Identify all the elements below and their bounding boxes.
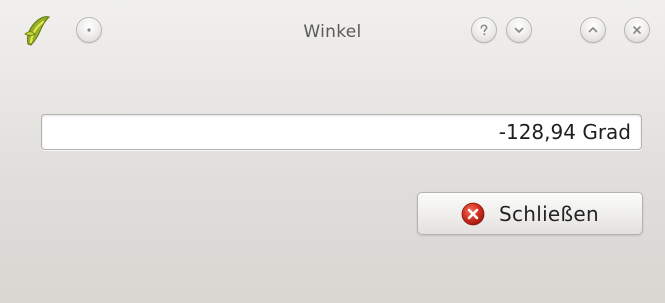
- red-cancel-icon: [461, 202, 485, 226]
- chevron-up-icon: [586, 23, 600, 37]
- close-dialog-button[interactable]: Schließen: [417, 192, 643, 235]
- measure-angle-dialog: Winkel -128,94 Grad Schließen: [0, 0, 665, 303]
- close-x-icon: [630, 23, 644, 37]
- window-close-button[interactable]: [624, 17, 650, 43]
- help-button[interactable]: [471, 17, 497, 43]
- window-titlebar[interactable]: Winkel: [0, 0, 665, 66]
- maximize-button[interactable]: [580, 17, 606, 43]
- close-button-label: Schließen: [498, 201, 600, 226]
- chevron-down-icon: [512, 23, 526, 37]
- window-title: Winkel: [303, 22, 362, 42]
- question-mark-icon: [477, 23, 491, 37]
- angle-value-field[interactable]: [41, 114, 642, 150]
- minimize-button[interactable]: [506, 17, 532, 43]
